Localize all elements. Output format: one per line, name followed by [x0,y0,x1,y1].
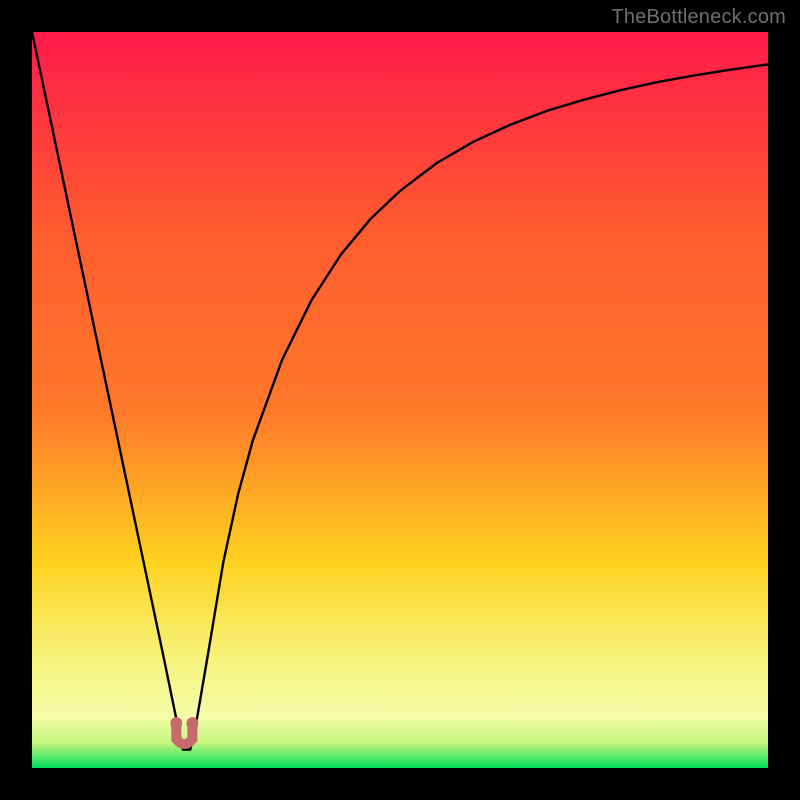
minimum-marker-right [186,717,198,729]
minimum-marker-left [170,717,182,729]
chart-stage: TheBottleneck.com [0,0,800,800]
watermark-text: TheBottleneck.com [611,6,786,29]
plot-area [32,32,768,768]
bottleneck-curve-svg [32,32,768,768]
bottleneck-curve [32,32,768,750]
